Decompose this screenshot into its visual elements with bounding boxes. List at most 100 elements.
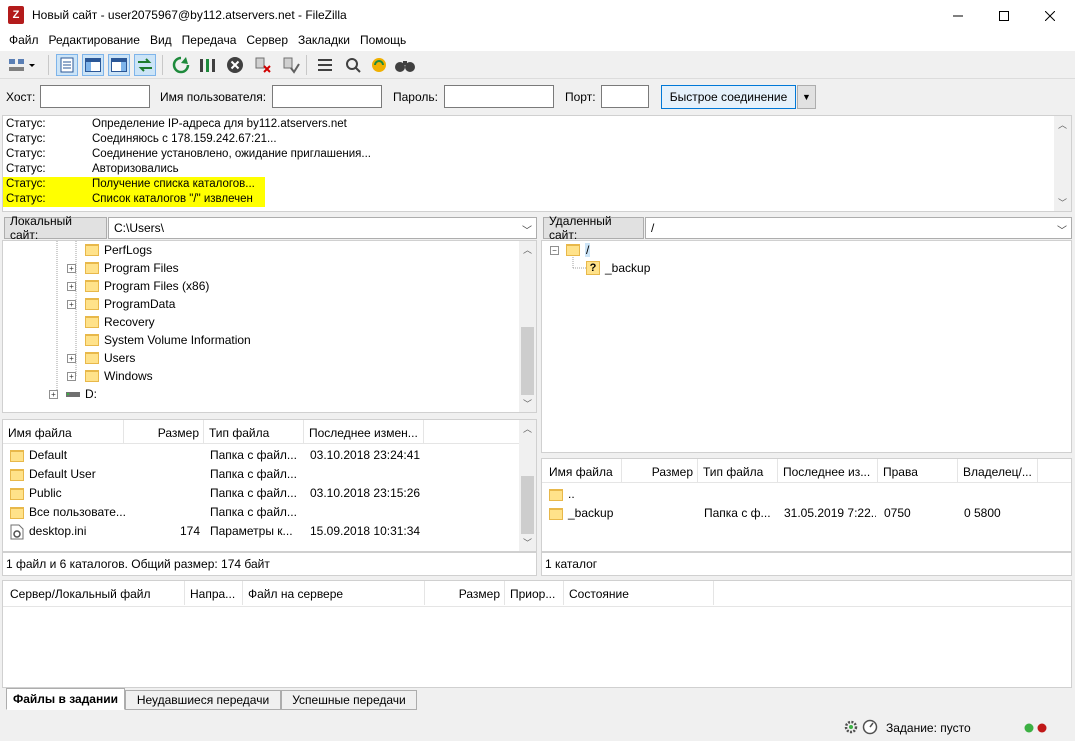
collapse-icon[interactable]: − xyxy=(550,246,559,255)
toggle-local-tree-button[interactable] xyxy=(82,54,104,76)
remote-path-input[interactable]: / ﹀ xyxy=(645,217,1072,239)
col-direction[interactable]: Напра... xyxy=(185,581,243,605)
col-modified[interactable]: Последнее измен... xyxy=(304,420,424,444)
tree-item[interactable]: Windows xyxy=(85,367,153,385)
col-local-file[interactable]: Сервер/Локальный файл xyxy=(3,581,185,605)
list-item[interactable]: .. xyxy=(542,485,1071,504)
expand-icon[interactable]: + xyxy=(67,354,76,363)
maximize-button[interactable] xyxy=(981,0,1027,31)
col-size[interactable]: Размер xyxy=(124,420,204,444)
message-log[interactable]: Статус: Определение IP-адреса для by112.a… xyxy=(2,115,1072,212)
process-queue-button[interactable] xyxy=(196,54,218,76)
col-type[interactable]: Тип файла xyxy=(204,420,304,444)
col-filename[interactable]: Имя файла xyxy=(542,459,622,483)
col-size[interactable]: Размер xyxy=(425,581,505,605)
remote-directory-tree[interactable]: − / ? _backup xyxy=(541,240,1072,453)
col-permissions[interactable]: Права xyxy=(878,459,958,483)
tree-item-selected[interactable]: Users xyxy=(85,349,135,367)
chevron-down-icon[interactable]: ﹀ xyxy=(522,222,532,237)
tree-item[interactable]: Program Files xyxy=(85,259,179,277)
local-directory-tree[interactable]: PerfLogs + Program Files + Program Files… xyxy=(2,240,537,413)
tab-successful-transfers[interactable]: Успешные передачи xyxy=(281,690,417,710)
list-item[interactable]: Default Папка с файл... 03.10.2018 23:24… xyxy=(3,446,536,465)
tree-item[interactable]: ? _backup xyxy=(586,259,650,277)
quickconnect-dropdown[interactable]: ▼ xyxy=(797,85,816,109)
expand-icon[interactable]: + xyxy=(67,300,76,309)
drive-icon xyxy=(66,392,80,397)
col-status[interactable]: Состояние xyxy=(564,581,714,605)
scroll-down-icon[interactable]: ﹀ xyxy=(519,534,536,551)
password-input[interactable] xyxy=(444,85,554,108)
menu-server[interactable]: Сервер xyxy=(241,31,293,51)
scroll-up-icon[interactable]: ︿ xyxy=(519,420,536,437)
disconnect-button[interactable] xyxy=(252,54,274,76)
col-size[interactable]: Размер xyxy=(622,459,698,483)
tab-failed-transfers[interactable]: Неудавшиеся передачи xyxy=(125,690,281,710)
menu-view[interactable]: Вид xyxy=(145,31,177,51)
scroll-up-icon[interactable]: ︿ xyxy=(1054,116,1071,133)
compare-directories-button[interactable] xyxy=(342,54,364,76)
port-input[interactable] xyxy=(601,85,649,108)
binoculars-icon xyxy=(395,61,415,72)
quickconnect-button[interactable]: Быстрое соединение xyxy=(661,85,796,109)
expand-icon[interactable]: + xyxy=(67,372,76,381)
list-item[interactable]: _backup Папка с ф... 31.05.2019 7:22... … xyxy=(542,504,1071,523)
close-button[interactable] xyxy=(1027,0,1073,31)
tree-item-drive[interactable]: D: xyxy=(65,385,97,403)
col-remote-file[interactable]: Файл на сервере xyxy=(243,581,425,605)
tab-queued-files[interactable]: Файлы в задании xyxy=(6,688,125,710)
col-type[interactable]: Тип файла xyxy=(698,459,778,483)
sync-browsing-button[interactable] xyxy=(368,54,390,76)
list-item[interactable]: Все пользовате... Папка с файл... xyxy=(3,503,536,522)
scroll-thumb[interactable] xyxy=(521,327,534,395)
menu-edit[interactable]: Редактирование xyxy=(44,31,145,51)
list-item[interactable]: Default User Папка с файл... xyxy=(3,465,536,484)
local-file-list[interactable]: Имя файла Размер Тип файла Последнее изм… xyxy=(2,419,537,552)
expand-icon[interactable]: + xyxy=(67,264,76,273)
site-manager-button[interactable] xyxy=(6,54,36,76)
chevron-down-icon[interactable]: ﹀ xyxy=(1057,222,1067,237)
tree-item[interactable]: Program Files (x86) xyxy=(85,277,209,295)
toggle-log-button[interactable] xyxy=(56,54,78,76)
scroll-up-icon[interactable]: ︿ xyxy=(519,241,536,258)
tree-item[interactable]: Recovery xyxy=(85,313,155,331)
col-filename[interactable]: Имя файла xyxy=(3,420,124,444)
scroll-down-icon[interactable]: ﹀ xyxy=(519,395,536,412)
toggle-remote-tree-button[interactable] xyxy=(108,54,130,76)
list-item[interactable]: desktop.ini 174 Параметры к... 15.09.201… xyxy=(3,522,536,541)
list-item[interactable]: Public Папка с файл... 03.10.2018 23:15:… xyxy=(3,484,536,503)
scroll-down-icon[interactable]: ﹀ xyxy=(1054,194,1071,211)
speed-limit-icon[interactable] xyxy=(862,719,878,735)
refresh-button[interactable] xyxy=(170,54,192,76)
tree-item[interactable]: PerfLogs xyxy=(85,241,152,259)
menu-file[interactable]: Файл xyxy=(4,31,44,51)
col-owner[interactable]: Владелец/... xyxy=(958,459,1038,483)
local-tree-scrollbar[interactable]: ︿ ﹀ xyxy=(519,241,536,412)
username-input[interactable] xyxy=(272,85,382,108)
search-remote-button[interactable] xyxy=(394,54,416,76)
scroll-thumb[interactable] xyxy=(521,476,534,534)
menu-transfer[interactable]: Передача xyxy=(177,31,242,51)
local-path-input[interactable]: C:\Users\ ﹀ xyxy=(108,217,537,239)
cancel-operation-button[interactable] xyxy=(224,54,246,76)
host-input[interactable] xyxy=(40,85,150,108)
tree-item[interactable]: ProgramData xyxy=(85,295,175,313)
minimize-button[interactable] xyxy=(935,0,981,31)
menu-help[interactable]: Помощь xyxy=(355,31,411,51)
local-status: 1 файл и 6 каталогов. Общий размер: 174 … xyxy=(2,552,537,576)
toggle-queue-button[interactable] xyxy=(134,54,156,76)
filename-filters-button[interactable] xyxy=(314,54,336,76)
expand-icon[interactable]: + xyxy=(67,282,76,291)
expand-icon[interactable]: + xyxy=(49,390,58,399)
local-list-scrollbar[interactable]: ︿ ﹀ xyxy=(519,420,536,551)
tree-item-root[interactable]: / xyxy=(566,241,591,259)
menu-bookmarks[interactable]: Закладки xyxy=(293,31,355,51)
col-modified[interactable]: Последнее из... xyxy=(778,459,878,483)
transfer-queue[interactable]: Сервер/Локальный файл Напра... Файл на с… xyxy=(2,580,1072,688)
tree-item[interactable]: System Volume Information xyxy=(85,331,251,349)
log-scrollbar[interactable]: ︿ ﹀ xyxy=(1054,116,1071,211)
gear-icon[interactable] xyxy=(843,719,859,735)
reconnect-button[interactable] xyxy=(280,54,302,76)
remote-file-list[interactable]: Имя файла Размер Тип файла Последнее из.… xyxy=(541,458,1072,552)
col-priority[interactable]: Приор... xyxy=(505,581,564,605)
